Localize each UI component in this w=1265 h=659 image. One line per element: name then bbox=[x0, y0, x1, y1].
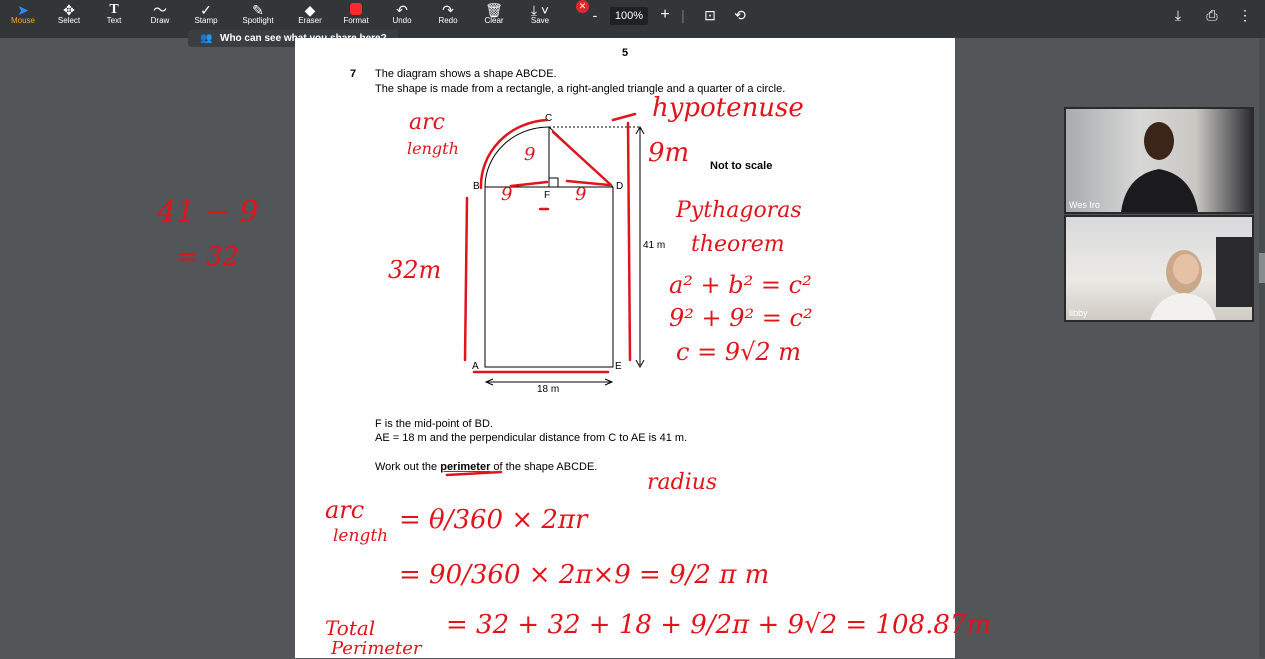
ink-subtraction-result: = 32 bbox=[176, 242, 240, 272]
ink-hypotenuse: hypotenuse bbox=[652, 93, 804, 123]
pdf-page: 5 7 The diagram shows a shape ABCDE. The… bbox=[295, 38, 991, 659]
tool-redo[interactable]: ↷ Redo bbox=[426, 0, 470, 38]
ink-length-word: length bbox=[407, 139, 459, 158]
tool-save[interactable]: ⤓ ˅ Save bbox=[518, 0, 562, 38]
ink-eq-general: a² + b² = c² bbox=[669, 271, 812, 299]
page-scrollbar[interactable] bbox=[1259, 38, 1265, 658]
zoom-in-icon[interactable]: + bbox=[657, 7, 673, 23]
participant-video-libby bbox=[1150, 237, 1252, 320]
ink-eq-result: c = 9√2 m bbox=[676, 338, 802, 366]
ink-length-word-2: length bbox=[333, 526, 389, 546]
fit-page-icon[interactable]: ⊡ bbox=[701, 7, 719, 23]
tool-text[interactable]: T Text bbox=[92, 0, 136, 38]
people-icon: 👥 bbox=[200, 33, 213, 44]
download-icon[interactable]: ⤓ bbox=[1170, 7, 1186, 23]
ink-arc-word: arc bbox=[409, 110, 445, 135]
tool-draw[interactable]: 〜 Draw bbox=[138, 0, 182, 38]
ink-pythagoras: Pythagoras bbox=[676, 198, 802, 223]
close-annotation-icon[interactable]: ✕ bbox=[576, 0, 589, 13]
participant-name: libby bbox=[1069, 308, 1088, 318]
zoom-out-icon[interactable]: - bbox=[590, 7, 600, 23]
participant-video-wes bbox=[1121, 122, 1198, 212]
tool-clear[interactable]: 🗑 Clear bbox=[472, 0, 516, 38]
tool-select[interactable]: ✥ Select bbox=[47, 0, 91, 38]
ink-nine-right: 9 bbox=[575, 184, 587, 205]
ink-theorem: theorem bbox=[691, 232, 785, 257]
ink-nine-vertical: 9 bbox=[524, 144, 536, 165]
ink-perimeter-word: Perimeter bbox=[331, 638, 422, 659]
zoom-level[interactable]: 100% bbox=[610, 7, 648, 25]
scrollbar-thumb[interactable] bbox=[1259, 253, 1265, 283]
ink-radius: radius bbox=[647, 470, 718, 495]
participant-name: Wes Iro bbox=[1069, 200, 1100, 210]
ink-arc-word-2: arc bbox=[325, 496, 365, 524]
toolbar-divider: | bbox=[681, 7, 685, 23]
ink-nine-m: 9m bbox=[648, 138, 690, 168]
more-options-icon[interactable]: ⋮ bbox=[1238, 7, 1252, 23]
ink-total-word: Total bbox=[325, 616, 376, 640]
ink-subtraction: 41 − 9 bbox=[157, 195, 259, 230]
print-icon[interactable]: ⎙ bbox=[1203, 7, 1221, 23]
ink-arc-formula: = θ/360 × 2πr bbox=[399, 505, 588, 535]
rotate-icon[interactable]: ⟲ bbox=[731, 7, 749, 23]
ink-eq-numbers: 9² + 9² = c² bbox=[669, 304, 813, 332]
tool-mouse[interactable]: ➤ Mouse bbox=[1, 0, 45, 38]
video-tile-wes[interactable]: Wes Iro bbox=[1064, 107, 1254, 214]
ink-nine-left: 9 bbox=[501, 184, 513, 205]
ink-arc-working: = 90/360 × 2π×9 = 9/2 π m bbox=[399, 560, 770, 590]
ink-side-32m: 32m bbox=[388, 256, 442, 284]
ink-total-perimeter: = 32 + 32 + 18 + 9/2π + 9√2 = 108.87m bbox=[446, 610, 992, 640]
video-tile-libby[interactable]: libby bbox=[1064, 215, 1254, 322]
